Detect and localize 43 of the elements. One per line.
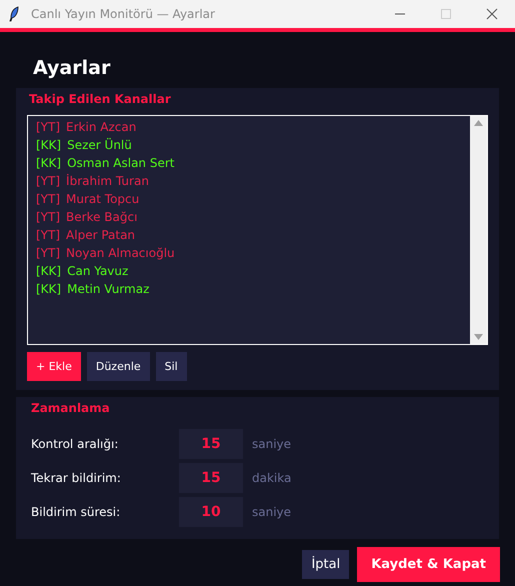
number-field[interactable]: 15 (179, 463, 243, 493)
unit-label: saniye (252, 437, 292, 451)
setting-label: Bildirim süresi: (31, 505, 122, 519)
platform-tag: [KK] (36, 138, 62, 152)
number-field[interactable]: 10 (179, 497, 243, 527)
feather-icon (8, 6, 20, 22)
section-title: Zamanlama (31, 400, 110, 417)
channel-name[interactable]: Alper Patan (66, 228, 136, 242)
channel-listbox[interactable]: [YT] Erkin Azcan [KK] Sezer Ünlü [KK] Osman Aslan Sert [YT] İbrahim Turan [YT] Murat Topcu [YT] Berke Bağcı [YT] Alper Patan [YT] Noyan Almacıoğlu [KK] Can Yavuz [KK] Metin Vurmaz (27, 115, 488, 345)
unit-label: dakika (252, 471, 292, 485)
platform-tag: [YT] (36, 174, 60, 188)
action-button[interactable]: Sil (156, 352, 187, 381)
add-button[interactable]: + Ekle (27, 352, 81, 381)
save-close-button[interactable]: Kaydet & Kapat (357, 547, 500, 582)
scrollbar[interactable] (470, 116, 487, 344)
platform-tag: [KK] (36, 264, 62, 278)
setting-label: Tekrar bildirim: (31, 471, 122, 485)
platform-tag: [KK] (36, 282, 62, 296)
platform-tag: [KK] (36, 156, 62, 170)
channel-name[interactable]: Noyan Almacıoğlu (66, 246, 175, 260)
page-heading: Ayarlar (33, 56, 110, 81)
platform-tag: [YT] (36, 210, 60, 224)
platform-tag: [YT] (36, 192, 60, 206)
action-button[interactable]: İptal (302, 550, 350, 579)
channel-name[interactable]: Can Yavuz (67, 264, 128, 278)
unit-label: saniye (252, 505, 292, 519)
platform-tag: [YT] (36, 228, 60, 242)
setting-label: Kontrol aralığı: (31, 437, 120, 451)
platform-tag: [YT] (36, 246, 60, 260)
channel-name[interactable]: İbrahim Turan (66, 174, 149, 188)
channel-name[interactable]: Berke Bağcı (66, 210, 138, 224)
section-title: Takip Edilen Kanallar (29, 91, 171, 108)
platform-tag: [YT] (36, 120, 60, 134)
channel-name[interactable]: Murat Topcu (66, 192, 140, 206)
window-title: Canlı Yayın Monitörü — Ayarlar (31, 7, 216, 21)
channel-name[interactable]: Sezer Ünlü (67, 138, 132, 152)
action-button[interactable]: Düzenle (86, 352, 150, 381)
channel-name[interactable]: Erkin Azcan (66, 120, 136, 134)
scroll-down-icon[interactable] (474, 334, 483, 340)
channel-name[interactable]: Osman Aslan Sert (67, 156, 174, 170)
number-field[interactable]: 15 (179, 429, 243, 459)
scroll-up-icon[interactable] (474, 120, 483, 126)
channel-name[interactable]: Metin Vurmaz (67, 282, 150, 296)
